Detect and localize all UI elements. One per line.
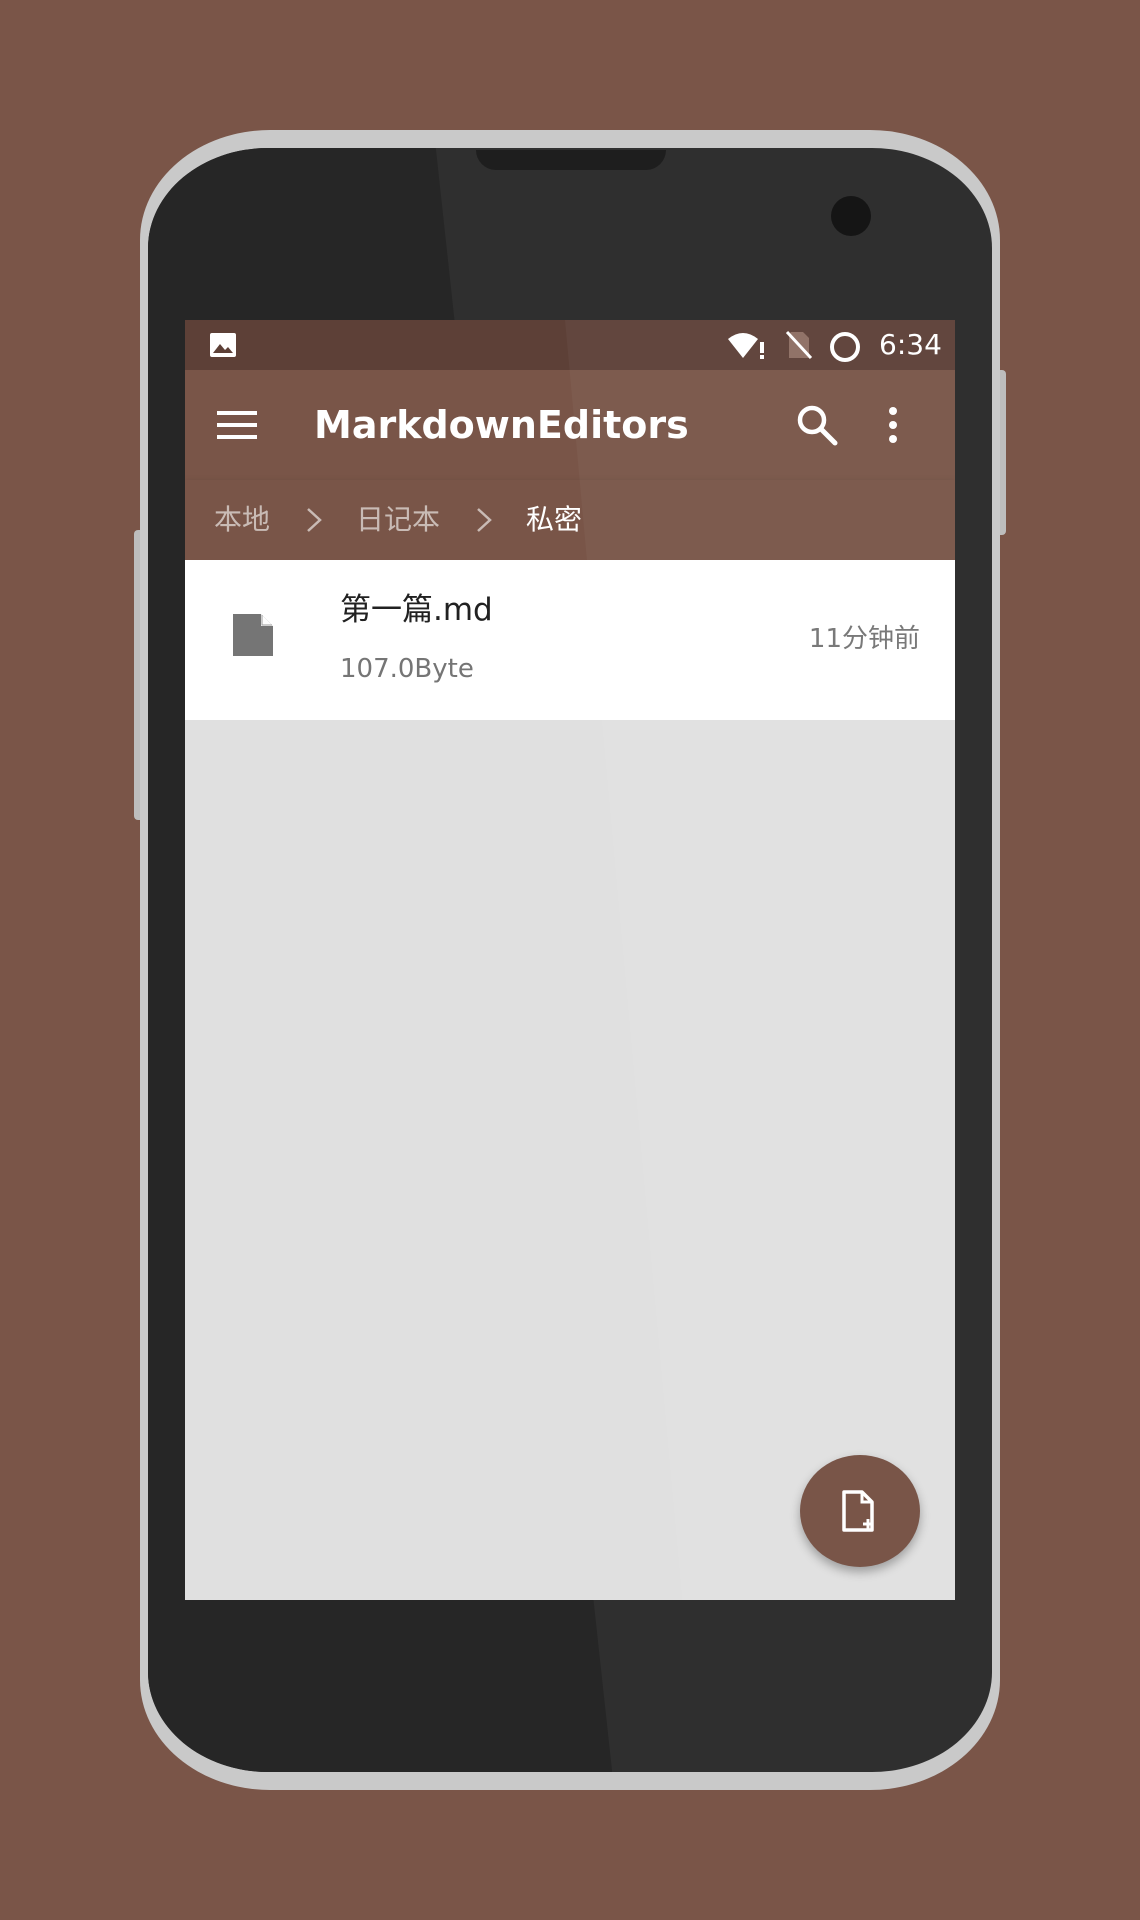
- sync-circle-icon: [830, 332, 860, 362]
- clock-time: 6:34: [879, 328, 942, 361]
- list-item[interactable]: 第一篇.md 107.0Byte 11分钟前: [185, 560, 955, 720]
- phone-camera: [831, 196, 871, 236]
- file-size: 107.0Byte: [340, 654, 474, 684]
- app-title: MarkdownEditors: [314, 403, 689, 447]
- wifi-icon: [728, 333, 764, 359]
- hamburger-menu-icon[interactable]: [215, 403, 259, 447]
- breadcrumb-item-private[interactable]: 私密: [526, 502, 582, 538]
- app-screen: 6:34 MarkdownEditors 本地 日记本 私密 第一篇.md 10…: [185, 320, 955, 1600]
- search-icon[interactable]: [795, 403, 839, 447]
- breadcrumb-item-local[interactable]: 本地: [214, 502, 270, 538]
- file-name: 第一篇.md: [340, 592, 493, 628]
- status-bar: 6:34: [185, 320, 955, 370]
- phone-speaker: [476, 150, 666, 170]
- image-notification-icon: [210, 333, 236, 357]
- more-vertical-icon[interactable]: [881, 403, 905, 447]
- breadcrumb-item-diary[interactable]: 日记本: [356, 502, 440, 538]
- new-file-button[interactable]: [800, 1455, 920, 1567]
- chevron-right-icon: [307, 508, 322, 532]
- breadcrumb: 本地 日记本 私密: [185, 480, 955, 560]
- chevron-right-icon: [477, 508, 492, 532]
- app-toolbar: MarkdownEditors: [185, 370, 955, 480]
- no-sim-icon: [785, 330, 813, 360]
- new-file-icon: [842, 1490, 874, 1532]
- file-icon: [233, 614, 273, 656]
- file-modified-time: 11分钟前: [808, 624, 920, 654]
